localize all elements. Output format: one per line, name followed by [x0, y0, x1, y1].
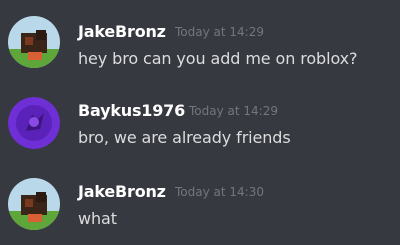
roblox-character-avatar-icon[interactable]	[8, 178, 60, 230]
message-text: what	[78, 209, 117, 228]
message-text: bro, we are already friends	[78, 128, 291, 147]
chat-message: JakeBronz Today at 14:30 what	[0, 173, 400, 243]
message-timestamp: Today at 14:30	[175, 185, 264, 199]
message-timestamp: Today at 14:29	[175, 25, 264, 39]
chat-message: Baykus1976 Today at 14:29 bro, we are al…	[0, 87, 400, 157]
username[interactable]: JakeBronz	[78, 22, 166, 41]
username[interactable]: Baykus1976	[78, 101, 185, 120]
chat-message: JakeBronz Today at 14:29 hey bro can you…	[0, 8, 400, 78]
purple-owl-avatar-icon[interactable]	[8, 97, 60, 149]
username[interactable]: JakeBronz	[78, 182, 166, 201]
roblox-character-avatar-icon[interactable]	[8, 16, 60, 68]
message-text: hey bro can you add me on roblox?	[78, 49, 358, 68]
message-timestamp: Today at 14:29	[189, 104, 278, 118]
